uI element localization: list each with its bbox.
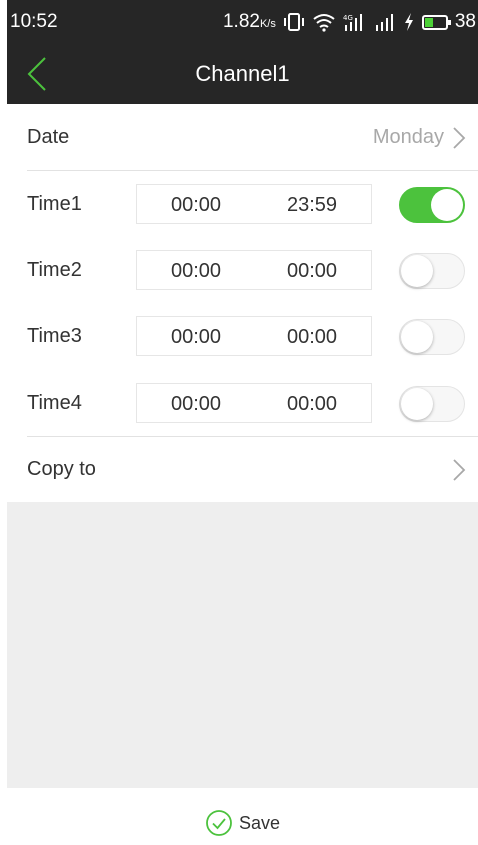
time-label: Time4 [27, 392, 82, 414]
date-row[interactable]: Date Monday [7, 104, 478, 171]
status-time: 10:52 [10, 11, 58, 32]
time-label: Time1 [27, 193, 82, 215]
start-time[interactable]: 00:00 [171, 260, 221, 283]
chevron-right-icon [453, 459, 466, 481]
network-speed: 1.82K/s [223, 11, 276, 33]
toggle-knob [431, 189, 463, 221]
vibrate-icon [283, 13, 304, 31]
start-time[interactable]: 00:00 [171, 326, 221, 349]
time-range-field[interactable]: 00:00 00:00 [136, 250, 372, 290]
time-row-1: Time1 00:00 23:59 [7, 171, 478, 238]
wifi-icon [313, 14, 335, 32]
check-circle-icon [206, 810, 232, 836]
end-time[interactable]: 00:00 [287, 393, 337, 416]
time-toggle[interactable] [399, 253, 465, 289]
toggle-knob [401, 388, 433, 420]
copy-to-label: Copy to [27, 458, 96, 480]
battery-fill [424, 17, 434, 27]
network-speed-value: 1.82 [222, 11, 260, 32]
start-time[interactable]: 00:00 [171, 393, 221, 416]
save-label: Save [238, 812, 281, 833]
date-label: Date [27, 126, 70, 148]
status-icons: 1.82K/s 4G 38 [223, 9, 476, 35]
toggle-knob [401, 321, 433, 353]
time-row-3: Time3 00:00 00:00 [7, 303, 478, 370]
battery-level: 38 [454, 11, 476, 32]
time-range-field[interactable]: 00:00 00:00 [136, 316, 372, 356]
chevron-right-icon [453, 127, 466, 149]
page-title: Channel1 [195, 61, 290, 86]
end-time[interactable]: 00:00 [287, 326, 337, 349]
end-time[interactable]: 00:00 [287, 260, 337, 283]
charging-icon [404, 13, 413, 31]
time-label: Time3 [27, 325, 82, 347]
time-range-field[interactable]: 00:00 23:59 [136, 184, 372, 224]
end-time[interactable]: 23:59 [287, 194, 337, 217]
battery-icon [421, 14, 451, 30]
time-toggle[interactable] [399, 386, 465, 422]
copy-to-row[interactable]: Copy to [7, 437, 478, 502]
app-frame: 10:52 1.82K/s 4G 38 Channel1 Date Monday… [7, 0, 478, 845]
time-toggle[interactable] [399, 319, 465, 355]
time-range-field[interactable]: 00:00 00:00 [136, 383, 372, 423]
time-label: Time2 [27, 259, 82, 281]
svg-text:4G: 4G [343, 14, 353, 22]
nav-bar: Channel1 [7, 44, 478, 104]
time-row-2: Time2 00:00 00:00 [7, 237, 478, 304]
start-time[interactable]: 00:00 [171, 194, 221, 217]
signal-4g-icon: 4G [343, 14, 362, 31]
time-toggle[interactable] [399, 187, 465, 223]
empty-panel [7, 502, 478, 788]
network-speed-unit: K/s [259, 18, 276, 30]
status-bar: 10:52 1.82K/s 4G 38 [7, 0, 478, 44]
toggle-knob [401, 255, 433, 287]
top-bar: 10:52 1.82K/s 4G 38 Channel1 [7, 0, 478, 104]
save-button[interactable]: Save [7, 806, 478, 840]
date-value: Monday [372, 126, 444, 148]
signal-icon [375, 14, 393, 31]
time-row-4: Time4 00:00 00:00 [7, 370, 478, 437]
